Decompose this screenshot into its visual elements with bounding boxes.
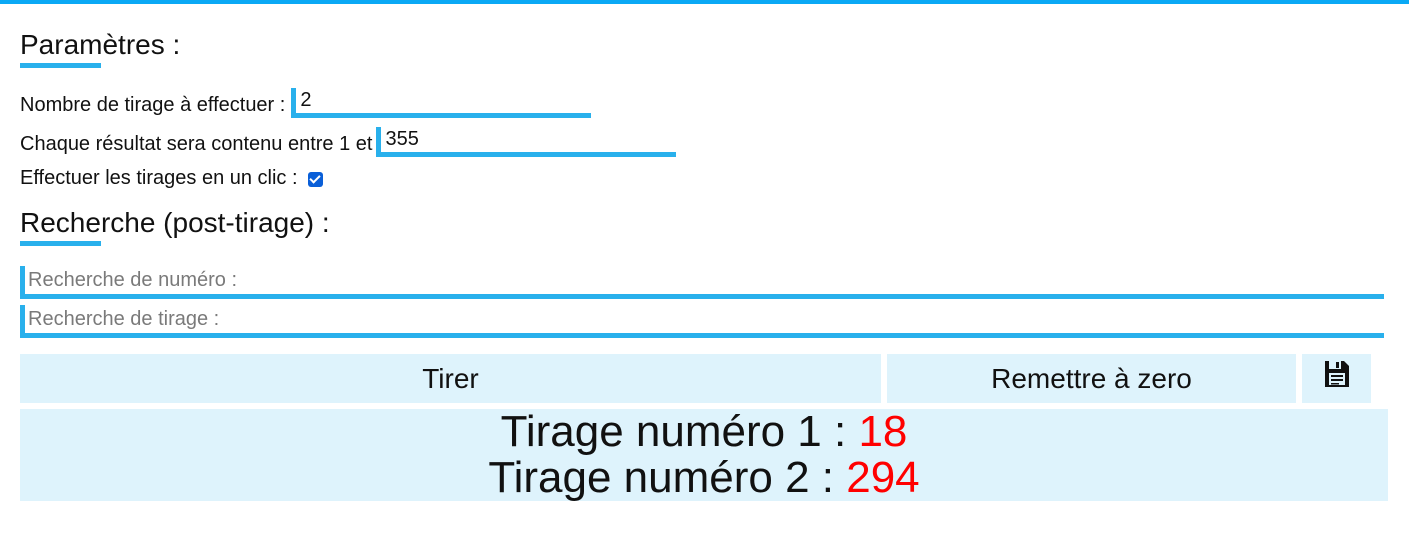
result-line: Tirage numéro 1 : 18 xyxy=(501,409,908,455)
heading-underline xyxy=(20,241,101,246)
results-panel: Tirage numéro 1 : 18 Tirage numéro 2 : 2… xyxy=(20,409,1388,501)
parameters-heading: Paramètres : xyxy=(20,28,181,68)
draw-count-value: 2 xyxy=(300,89,312,111)
range-max-row: Chaque résultat sera contenu entre 1 et … xyxy=(20,127,677,157)
result-value: 294 xyxy=(846,453,920,502)
search-draw-input[interactable]: Recherche de tirage : xyxy=(20,305,1384,338)
save-button[interactable] xyxy=(1302,354,1371,403)
parameters-heading-text: Paramètres : xyxy=(20,29,181,60)
draw-button[interactable]: Tirer xyxy=(20,354,881,403)
search-draw-placeholder: Recherche de tirage : xyxy=(28,308,220,330)
result-line: Tirage numéro 2 : 294 xyxy=(488,455,919,501)
one-click-row: Effectuer les tirages en un clic : xyxy=(20,165,323,191)
result-label: Tirage numéro 2 : xyxy=(488,453,834,502)
search-heading-text: Recherche (post-tirage) : xyxy=(20,207,330,238)
draw-count-input[interactable]: 2 xyxy=(291,88,592,118)
search-number-input[interactable]: Recherche de numéro : xyxy=(20,266,1384,299)
search-number-placeholder: Recherche de numéro : xyxy=(28,269,238,291)
range-max-label: Chaque résultat sera contenu entre 1 et xyxy=(20,133,373,155)
reset-button-label: Remettre à zero xyxy=(991,362,1192,394)
search-heading: Recherche (post-tirage) : xyxy=(20,206,330,246)
range-max-value: 355 xyxy=(385,128,419,150)
one-click-label: Effectuer les tirages en un clic : xyxy=(20,167,298,189)
reset-button[interactable]: Remettre à zero xyxy=(887,354,1296,403)
page: Paramètres : Nombre de tirage à effectue… xyxy=(0,0,1409,546)
result-label: Tirage numéro 1 : xyxy=(500,407,847,456)
draw-count-row: Nombre de tirage à effectuer : 2 xyxy=(20,88,592,118)
one-click-checkbox[interactable] xyxy=(307,172,323,187)
draw-button-label: Tirer xyxy=(422,362,479,394)
floppy-disk-icon xyxy=(1324,361,1349,387)
result-value: 18 xyxy=(858,407,908,456)
range-max-input[interactable]: 355 xyxy=(376,127,677,157)
draw-count-label: Nombre de tirage à effectuer : xyxy=(20,94,286,116)
heading-underline xyxy=(20,63,101,68)
